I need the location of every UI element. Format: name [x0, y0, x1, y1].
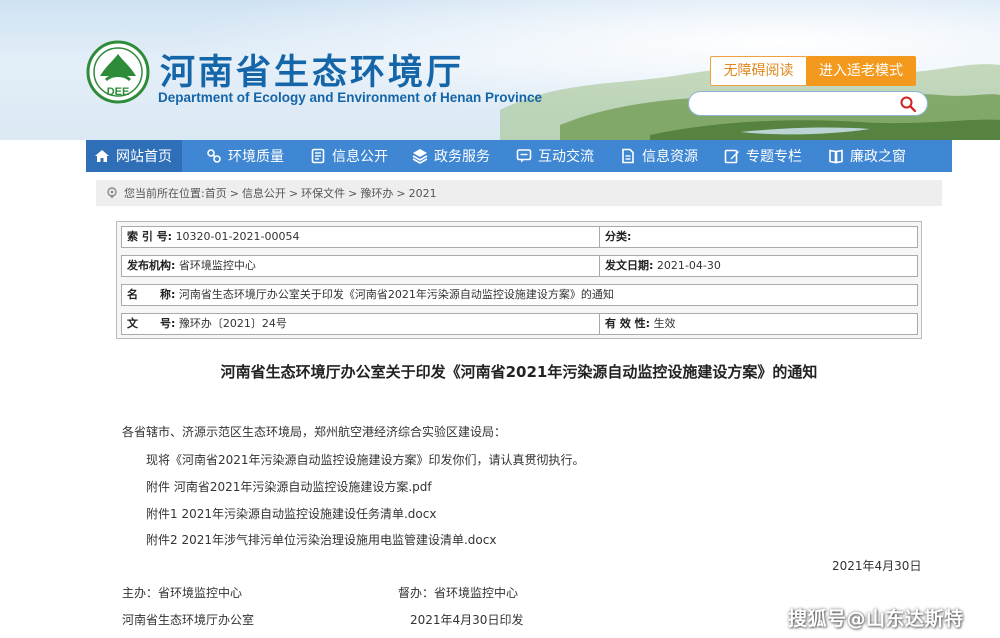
meta-date-cell: 发文日期: 2021-04-30: [600, 255, 918, 277]
meta-row-name: 名 称: 河南省生态环境厅办公室关于印发《河南省2021年污染源自动监控设施建设…: [121, 284, 918, 306]
landscape-banner: [500, 64, 1000, 140]
search-icon[interactable]: [899, 95, 917, 113]
site-subtitle: Department of Ecology and Environment of…: [158, 90, 543, 105]
meta-validity-value: 生效: [653, 317, 676, 330]
nav-item-home[interactable]: 网站首页: [86, 140, 182, 172]
breadcrumb-separator: >: [229, 186, 239, 200]
article-supervisor: 督办：省环境监控中心: [398, 586, 519, 600]
meta-name-value: 河南省生态环境厅办公室关于印发《河南省2021年污染源自动监控设施建设方案》的通…: [178, 288, 614, 301]
article-title: 河南省生态环境厅办公室关于印发《河南省2021年污染源自动监控设施建设方案》的通…: [220, 363, 818, 381]
watermark-text: 搜狐号@山东达斯特: [788, 608, 964, 630]
barrier-free-reading-button[interactable]: 无障碍阅读: [710, 56, 807, 86]
nav-label: 廉政之窗: [850, 149, 906, 165]
nav-item-environment[interactable]: 环境质量: [196, 140, 284, 172]
site-header: DEE 河南省生态环境厅 Department of Ecology and E…: [0, 0, 1000, 140]
article-host: 主办：省环境监控中心: [122, 586, 243, 600]
article-office: 河南省生态环境厅办公室: [122, 613, 255, 627]
nav-item-interaction[interactable]: 互动交流: [506, 140, 594, 172]
breadcrumb-prefix: 您当前所在位置:: [124, 187, 205, 200]
meta-row-publisher: 发布机构: 省环境监控中心 发文日期: 2021-04-30: [121, 255, 918, 277]
breadcrumb-item-info-disclosure[interactable]: 信息公开: [242, 185, 286, 201]
site-title: 河南省生态环境厅: [160, 53, 465, 93]
meta-validity-cell: 有 效 性: 生效: [600, 313, 918, 335]
elder-mode-button[interactable]: 进入适老模式: [806, 56, 916, 86]
edit-icon: [724, 149, 739, 164]
nav-item-info-resources[interactable]: 信息资源: [610, 140, 698, 172]
meta-category-cell: 分类:: [600, 226, 918, 248]
nav-label: 环境质量: [228, 149, 284, 165]
location-pin-icon: [107, 187, 117, 199]
meta-date-label: 发文日期:: [605, 259, 654, 272]
article-salutation: 各省辖市、济源示范区生态环境局，郑州航空港经济综合实验区建设局：: [122, 425, 507, 439]
meta-date-value: 2021-04-30: [656, 259, 721, 272]
nav-label: 信息公开: [332, 149, 388, 165]
search-input[interactable]: [701, 95, 891, 113]
article-sign-date: 2021年4月30日: [832, 559, 922, 573]
breadcrumb-separator: >: [288, 186, 299, 200]
document-meta-table: 索 引 号: 10320-01-2021-00054 分类: 发布机构: 省环境…: [116, 221, 922, 339]
home-icon: [95, 150, 109, 162]
dee-logo: DEE: [86, 40, 150, 104]
environment-icon: [207, 149, 221, 163]
document-icon: [311, 148, 325, 164]
breadcrumb-item-home[interactable]: 首页: [205, 185, 227, 201]
meta-row-index: 索 引 号: 10320-01-2021-00054 分类:: [121, 226, 918, 248]
main-nav: 网站首页 环境质量 信息公开 政务服务 互动交流 信息资源 专题专栏 廉政之窗: [86, 140, 952, 172]
breadcrumb-separator: >: [348, 186, 358, 200]
nav-label: 互动交流: [538, 149, 594, 165]
article-print-date: 2021年4月30日印发: [410, 613, 524, 627]
meta-category-label: 分类:: [605, 230, 632, 243]
meta-name-label: 名 称:: [127, 288, 176, 301]
meta-publisher-value: 省环境监控中心: [178, 259, 256, 272]
nav-item-info-disclosure[interactable]: 信息公开: [300, 140, 388, 172]
meta-publisher-cell: 发布机构: 省环境监控中心: [121, 255, 600, 277]
meta-publisher-label: 发布机构:: [127, 259, 176, 272]
nav-item-gov-services[interactable]: 政务服务: [402, 140, 490, 172]
breadcrumb-separator: >: [396, 186, 406, 200]
meta-index-label: 索 引 号:: [127, 230, 173, 243]
meta-index-cell: 索 引 号: 10320-01-2021-00054: [121, 226, 600, 248]
book-icon: [829, 149, 843, 164]
meta-docno-cell: 文 号: 豫环办〔2021〕24号: [121, 313, 600, 335]
nav-label: 政务服务: [434, 149, 490, 165]
nav-label: 专题专栏: [746, 149, 802, 165]
attachment-link-main[interactable]: 附件 河南省2021年污染源自动监控设施建设方案.pdf: [146, 478, 432, 495]
nav-label: 网站首页: [116, 149, 172, 165]
meta-validity-label: 有 效 性:: [605, 317, 651, 330]
breadcrumb-item-2021[interactable]: 2021: [409, 187, 437, 200]
layers-icon: [412, 149, 428, 164]
breadcrumb: 您当前所在位置: 首页 > 信息公开 > 环保文件 > 豫环办 > 2021: [96, 180, 942, 206]
breadcrumb-item-env-files[interactable]: 环保文件: [301, 185, 345, 201]
attachment-link-1[interactable]: 附件1 2021年污染源自动监控设施建设任务清单.docx: [146, 505, 436, 522]
nav-item-integrity-window[interactable]: 廉政之窗: [818, 140, 906, 172]
search-box: [688, 91, 928, 116]
breadcrumb-item-yuhuanban[interactable]: 豫环办: [360, 185, 393, 201]
nav-label: 信息资源: [642, 149, 698, 165]
meta-name-cell: 名 称: 河南省生态环境厅办公室关于印发《河南省2021年污染源自动监控设施建设…: [121, 284, 918, 306]
nav-item-special-topics[interactable]: 专题专栏: [714, 140, 802, 172]
attachment-link-2[interactable]: 附件2 2021年涉气排污单位污染治理设施用电监管建设清单.docx: [146, 531, 496, 548]
meta-index-value: 10320-01-2021-00054: [175, 230, 300, 243]
chat-icon: [516, 149, 532, 163]
meta-row-docno: 文 号: 豫环办〔2021〕24号 有 效 性: 生效: [121, 313, 918, 335]
meta-docno-value: 豫环办〔2021〕24号: [178, 317, 287, 330]
meta-docno-label: 文 号:: [127, 317, 176, 330]
logo-text: DEE: [107, 86, 130, 98]
file-icon: [622, 148, 634, 164]
article-body: 现将《河南省2021年污染源自动监控设施建设方案》印发你们，请认真贯彻执行。: [146, 453, 585, 467]
